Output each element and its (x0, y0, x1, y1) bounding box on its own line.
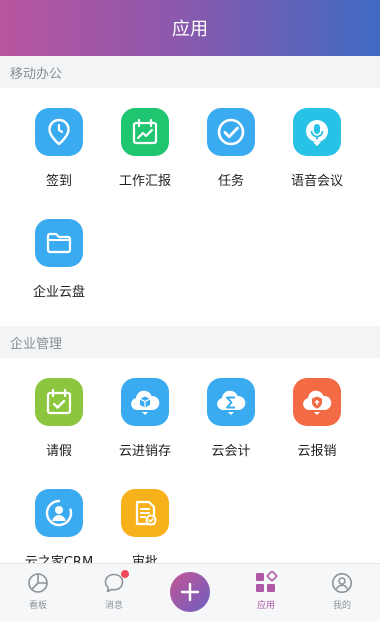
section-title-mobile-office: 移动办公 (0, 56, 380, 88)
page-title: 应用 (172, 19, 208, 40)
app-cloud-drive[interactable]: 企业云盘 (16, 219, 102, 300)
app-label: 语音会议 (290, 174, 343, 189)
app-label: 云报销 (297, 444, 337, 459)
app-crm[interactable]: 云之家CRM (16, 489, 102, 570)
user-circle-icon (35, 489, 83, 537)
user-icon (330, 571, 354, 595)
app-label: 云进销存 (118, 444, 171, 459)
folder-icon (35, 219, 83, 267)
app-label: 任务 (217, 174, 244, 189)
app-work-report[interactable]: 工作汇报 (102, 108, 188, 189)
cloud-box-icon (121, 378, 169, 426)
cloud-sigma-icon (207, 378, 255, 426)
tab-add[interactable] (152, 564, 228, 612)
tab-profile[interactable]: 我的 (304, 564, 380, 611)
app-label: 签到 (45, 174, 72, 189)
location-clock-icon (35, 108, 83, 156)
calendar-check-icon (35, 378, 83, 426)
tab-apps[interactable]: 应用 (228, 564, 304, 611)
app-cloud-inventory[interactable]: 云进销存 (102, 378, 188, 459)
app-task[interactable]: 任务 (188, 108, 274, 189)
app-grid-mobile-office: 签到 工作汇报 任务 语音会议 企业云盘 (0, 88, 380, 310)
section-title-enterprise-management: 企业管理 (0, 326, 380, 358)
tab-label: 应用 (256, 601, 275, 611)
cloud-shield-icon (293, 378, 341, 426)
microphone-icon (293, 108, 341, 156)
pie-chart-icon (26, 571, 50, 595)
tab-messages[interactable]: 消息 (76, 564, 152, 611)
check-circle-icon (207, 108, 255, 156)
page-header: 应用 (0, 0, 380, 56)
apps-grid-icon (254, 571, 278, 595)
tab-dashboard[interactable]: 看板 (0, 564, 76, 611)
document-check-icon (121, 489, 169, 537)
app-approval[interactable]: 审批 (102, 489, 188, 570)
plus-icon (170, 572, 210, 612)
tab-label: 我的 (332, 601, 351, 611)
bottom-tab-bar: 看板 消息 应用 我的 (0, 563, 380, 621)
calendar-chart-icon (121, 108, 169, 156)
app-grid-enterprise-management: 请假 云进销存 云会计 云报销 云之家CRM 审批 (0, 358, 380, 580)
app-label: 请假 (45, 444, 72, 459)
app-leave[interactable]: 请假 (16, 378, 102, 459)
app-label: 企业云盘 (32, 285, 85, 300)
app-voice-meeting[interactable]: 语音会议 (274, 108, 360, 189)
tab-label: 消息 (104, 601, 123, 611)
app-cloud-reimbursement[interactable]: 云报销 (274, 378, 360, 459)
app-cloud-accounting[interactable]: 云会计 (188, 378, 274, 459)
app-label: 云会计 (211, 444, 251, 459)
app-label: 工作汇报 (118, 174, 171, 189)
unread-badge (121, 570, 129, 578)
app-sign-in[interactable]: 签到 (16, 108, 102, 189)
chat-bubble-icon (102, 570, 129, 595)
tab-label: 看板 (28, 601, 47, 611)
